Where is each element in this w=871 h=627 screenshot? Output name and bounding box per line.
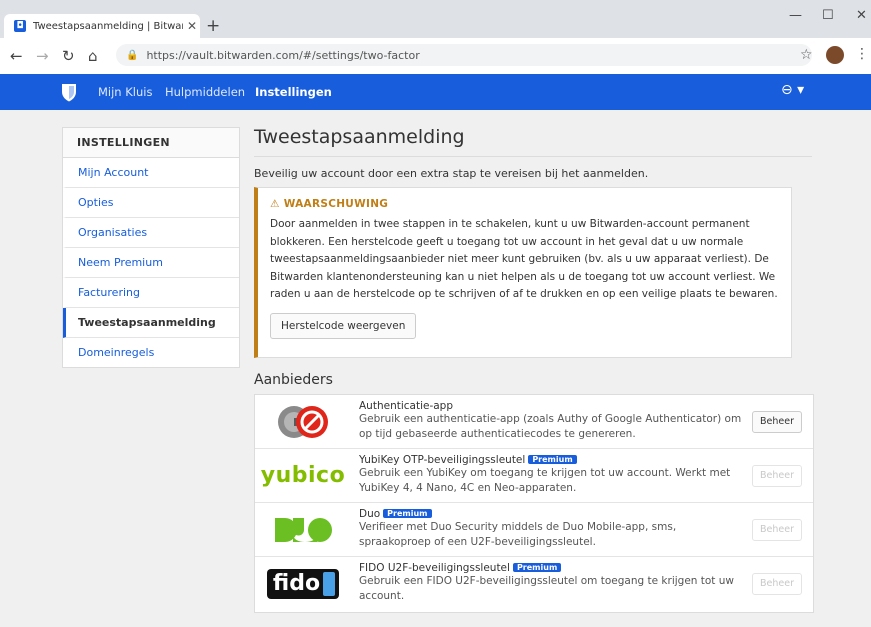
tab-title: Tweestapsaanmelding | Bitwarden: [33, 20, 183, 32]
new-tab-icon[interactable]: +: [206, 16, 220, 36]
u2f-mark: [323, 571, 336, 596]
provider-yubikey: yubico YubiKey OTP-beveiligingssleutel Pr…: [255, 449, 813, 503]
main-content: Tweestapsaanmelding Beveilig uw account …: [254, 124, 814, 613]
yubico-wordmark: yubico: [260, 463, 346, 488]
back-icon[interactable]: ←: [10, 47, 23, 65]
provider-name: FIDO U2F-beveiligingssleutel: [359, 562, 510, 574]
warning-title: ⚠ WAARSCHUWING: [270, 198, 791, 210]
settings-sidebar: INSTELLINGEN Mijn Account Opties Organis…: [62, 127, 240, 368]
kebab-icon[interactable]: ⋮: [855, 46, 869, 62]
nav-vault[interactable]: Mijn Kluis: [98, 85, 152, 99]
profile-icon[interactable]: [826, 46, 844, 64]
authenticator-logo-icon: [255, 395, 351, 448]
close-icon[interactable]: ✕: [856, 8, 867, 23]
bitwarden-favicon-icon: ◘: [14, 20, 26, 32]
sidebar-item-options[interactable]: Opties: [63, 188, 239, 218]
premium-badge: Premium: [528, 455, 577, 464]
browser-tab[interactable]: ◘ Tweestapsaanmelding | Bitwarden ✕: [4, 14, 200, 38]
provider-authenticator: Authenticatie-app Gebruik een authentica…: [255, 395, 813, 449]
providers-heading: Aanbieders: [254, 372, 333, 388]
providers-list: Authenticatie-app Gebruik een authentica…: [254, 394, 814, 613]
sidebar-item-domain-rules[interactable]: Domeinregels: [63, 338, 239, 367]
nav-settings[interactable]: Instellingen: [255, 85, 332, 99]
provider-desc: Gebruik een YubiKey om toegang te krijge…: [359, 467, 731, 494]
show-recovery-code-button[interactable]: Herstelcode weergeven: [270, 312, 417, 339]
browser-tab-bar: ◘ Tweestapsaanmelding | Bitwarden ✕ + — …: [0, 0, 871, 38]
provider-name-row: FIDO U2F-beveiligingssleutel Premium: [359, 562, 745, 574]
manage-duo-button[interactable]: Beheer: [752, 519, 802, 541]
home-icon[interactable]: ⌂: [88, 47, 98, 65]
sidebar-item-premium[interactable]: Neem Premium: [63, 248, 239, 278]
intro-text: Beveilig uw account door een extra stap …: [254, 167, 649, 180]
sidebar-item-billing[interactable]: Facturering: [63, 278, 239, 308]
warning-callout: ⚠ WAARSCHUWING Door aanmelden in twee st…: [254, 187, 792, 358]
star-icon[interactable]: ☆: [800, 47, 813, 63]
warning-title-text: WAARSCHUWING: [283, 198, 389, 210]
forward-icon[interactable]: →: [36, 47, 49, 65]
provider-duo: Duo Premium Verifieer met Duo Security mi…: [255, 503, 813, 557]
nav-tools[interactable]: Hulpmiddelen: [165, 85, 245, 99]
address-bar-row: ← → ↻ ⌂ 🔒 https://vault.bitwarden.com/#/…: [0, 38, 871, 75]
duo-logo-icon: [255, 503, 351, 556]
provider-fido-u2f: fido FIDO U2F-beveiligingssleutel Premium…: [255, 557, 813, 612]
tab-close-icon[interactable]: ✕: [187, 19, 197, 33]
url-text: https://vault.bitwarden.com/#/settings/t…: [146, 48, 420, 62]
sidebar-item-organizations[interactable]: Organisaties: [63, 218, 239, 248]
provider-name: YubiKey OTP-beveiligingssleutel: [359, 454, 526, 466]
user-menu-icon[interactable]: ⊖ ▾: [781, 82, 804, 98]
page-title: Tweestapsaanmelding: [254, 126, 812, 157]
reload-icon[interactable]: ↻: [62, 47, 75, 65]
sidebar-item-my-account[interactable]: Mijn Account: [63, 158, 239, 188]
url-input[interactable]: 🔒 https://vault.bitwarden.com/#/settings…: [116, 44, 812, 66]
sidebar-item-two-step-login[interactable]: Tweestapsaanmelding: [63, 308, 239, 338]
minimize-icon[interactable]: —: [789, 8, 802, 23]
manage-authenticator-button[interactable]: Beheer: [752, 411, 802, 433]
app-navbar: Mijn Kluis Hulpmiddelen Instellingen ⊖ ▾: [0, 74, 871, 110]
warning-body: Door aanmelden in twee stappen in te sch…: [270, 218, 778, 300]
bitwarden-shield-icon[interactable]: [58, 80, 80, 104]
maximize-icon[interactable]: ☐: [822, 8, 834, 23]
warning-icon: ⚠: [270, 198, 280, 210]
provider-name: Duo: [359, 508, 381, 520]
provider-name-row: Duo Premium: [359, 508, 745, 520]
provider-desc: Gebruik een FIDO U2F-beveiligingssleutel…: [359, 575, 735, 602]
provider-desc: Verifieer met Duo Security middels de Du…: [359, 521, 677, 548]
premium-badge: Premium: [383, 509, 432, 518]
sidebar-heading: INSTELLINGEN: [63, 128, 239, 158]
provider-desc: Gebruik een authenticatie-app (zoals Aut…: [359, 413, 742, 440]
lock-icon[interactable]: 🔒: [126, 50, 138, 61]
fido-wordmark: fido: [272, 570, 321, 596]
manage-fido-button[interactable]: Beheer: [752, 573, 802, 595]
manage-yubikey-button[interactable]: Beheer: [752, 465, 802, 487]
fido-logo-icon: fido: [255, 557, 351, 610]
provider-name: Authenticatie-app: [359, 400, 454, 412]
yubico-logo-icon: yubico: [255, 449, 351, 502]
premium-badge: Premium: [512, 563, 562, 572]
provider-name-row: YubiKey OTP-beveiligingssleutel Premium: [359, 454, 745, 466]
